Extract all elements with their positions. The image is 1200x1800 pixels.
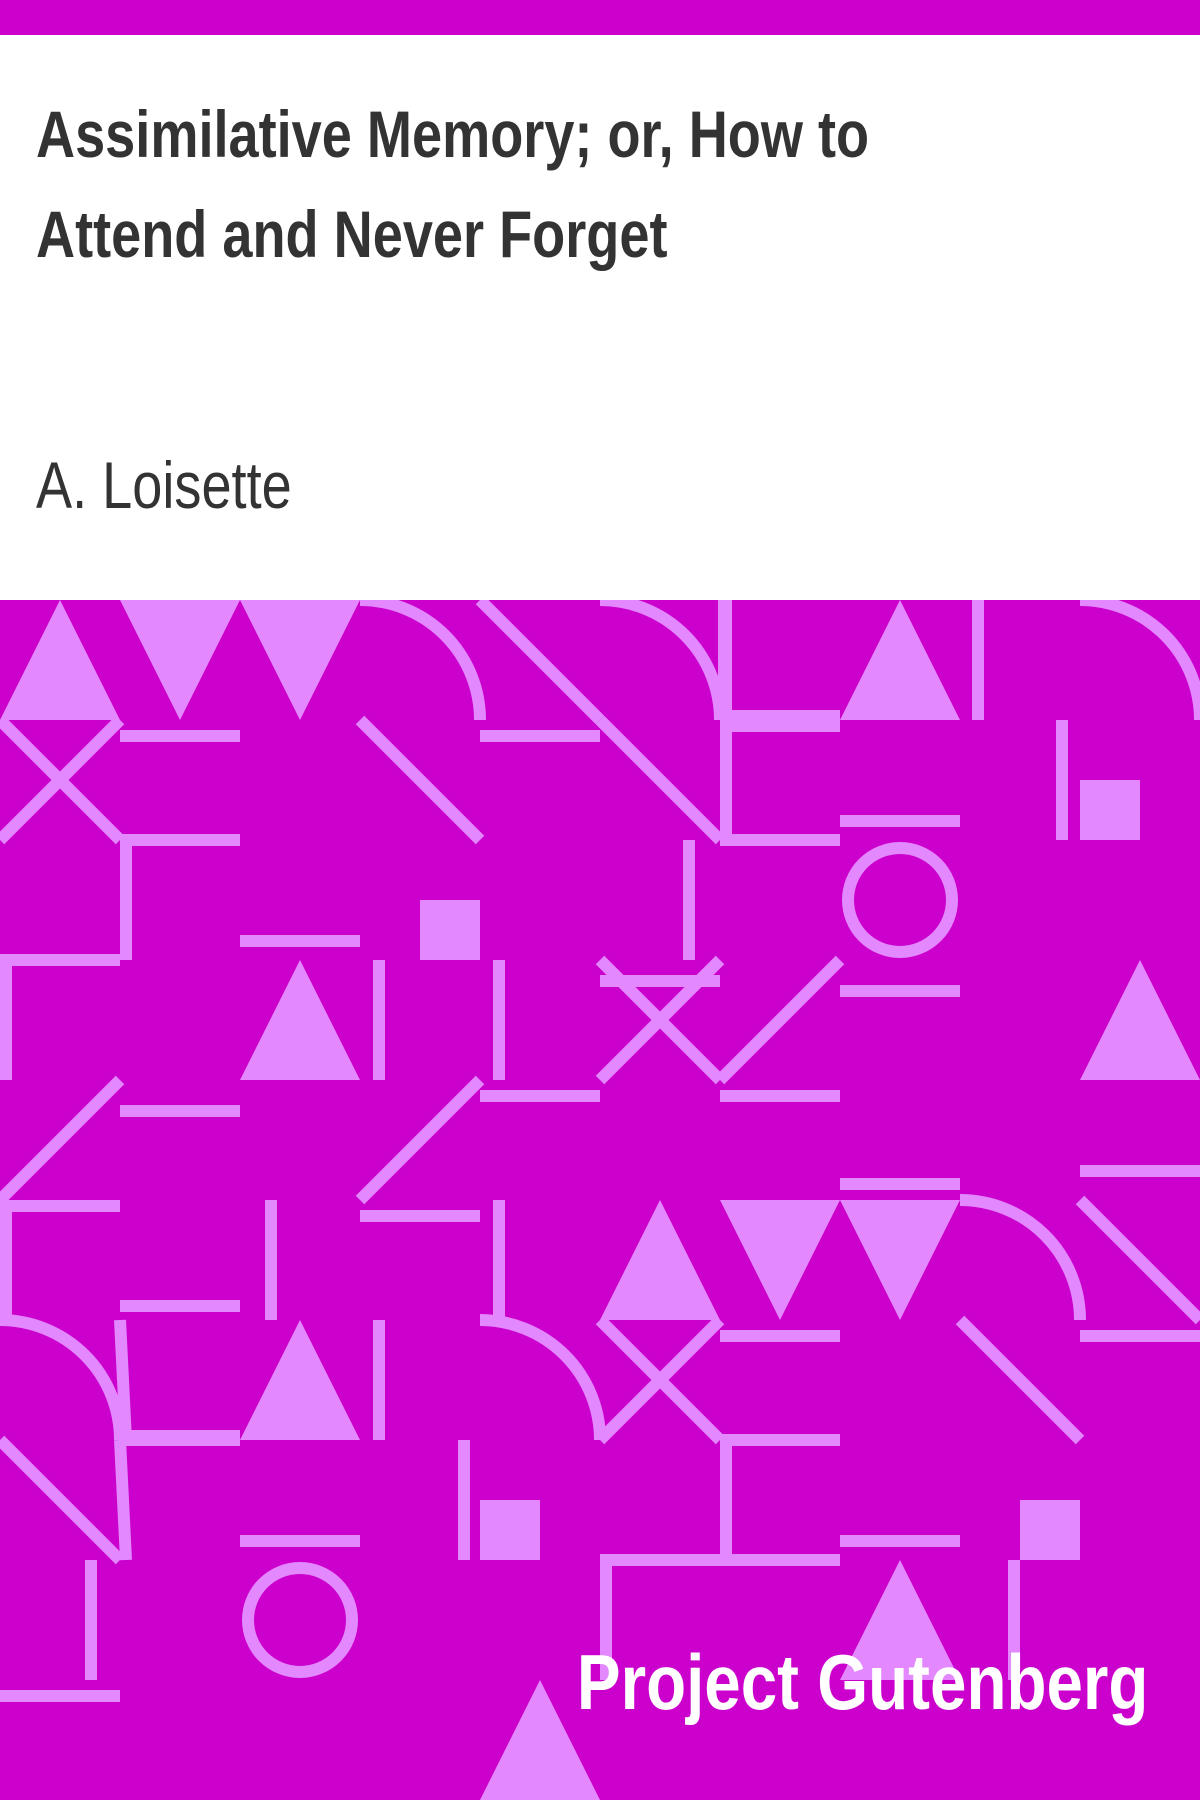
horizontal-bar (480, 1090, 600, 1102)
horizontal-bar (840, 1535, 960, 1547)
horizontal-bar (720, 710, 840, 732)
vertical-bar (85, 1560, 97, 1680)
horizontal-bar (840, 1178, 960, 1190)
vertical-bar (458, 1440, 470, 1560)
horizontal-bar (120, 730, 240, 742)
horizontal-bar (240, 1535, 360, 1547)
horizontal-bar (120, 1300, 240, 1312)
vertical-bar (265, 1200, 277, 1320)
square (1080, 780, 1140, 840)
horizontal-bar (480, 730, 600, 742)
horizontal-bar (840, 815, 960, 827)
horizontal-bar (0, 1200, 120, 1212)
vertical-bar (373, 960, 385, 1080)
vertical-bar (683, 840, 695, 960)
horizontal-bar (840, 985, 960, 997)
horizontal-bar (360, 1210, 480, 1222)
publisher-label: Project Gutenberg (576, 1638, 1148, 1726)
vertical-bar (972, 600, 984, 720)
horizontal-bar (0, 1690, 120, 1702)
vertical-bar (1056, 720, 1068, 840)
horizontal-bar (720, 1090, 840, 1102)
horizontal-bar (1080, 1165, 1200, 1177)
book-author: A. Loisette (36, 448, 292, 522)
book-title: Assimilative Memory; or, How to Attend a… (36, 97, 870, 271)
square (480, 1500, 540, 1560)
top-accent-bar (0, 0, 1200, 35)
horizontal-bar (1080, 1330, 1200, 1342)
corner-bracket (114, 1439, 132, 1561)
cover-pattern (0, 600, 1200, 1800)
horizontal-bar (120, 1105, 240, 1117)
vertical-bar (493, 1200, 505, 1320)
square (1020, 1500, 1080, 1560)
square (420, 900, 480, 960)
horizontal-bar (720, 1330, 840, 1342)
vertical-bar (493, 960, 505, 1080)
vertical-bar (373, 1320, 385, 1440)
horizontal-bar (240, 935, 360, 947)
